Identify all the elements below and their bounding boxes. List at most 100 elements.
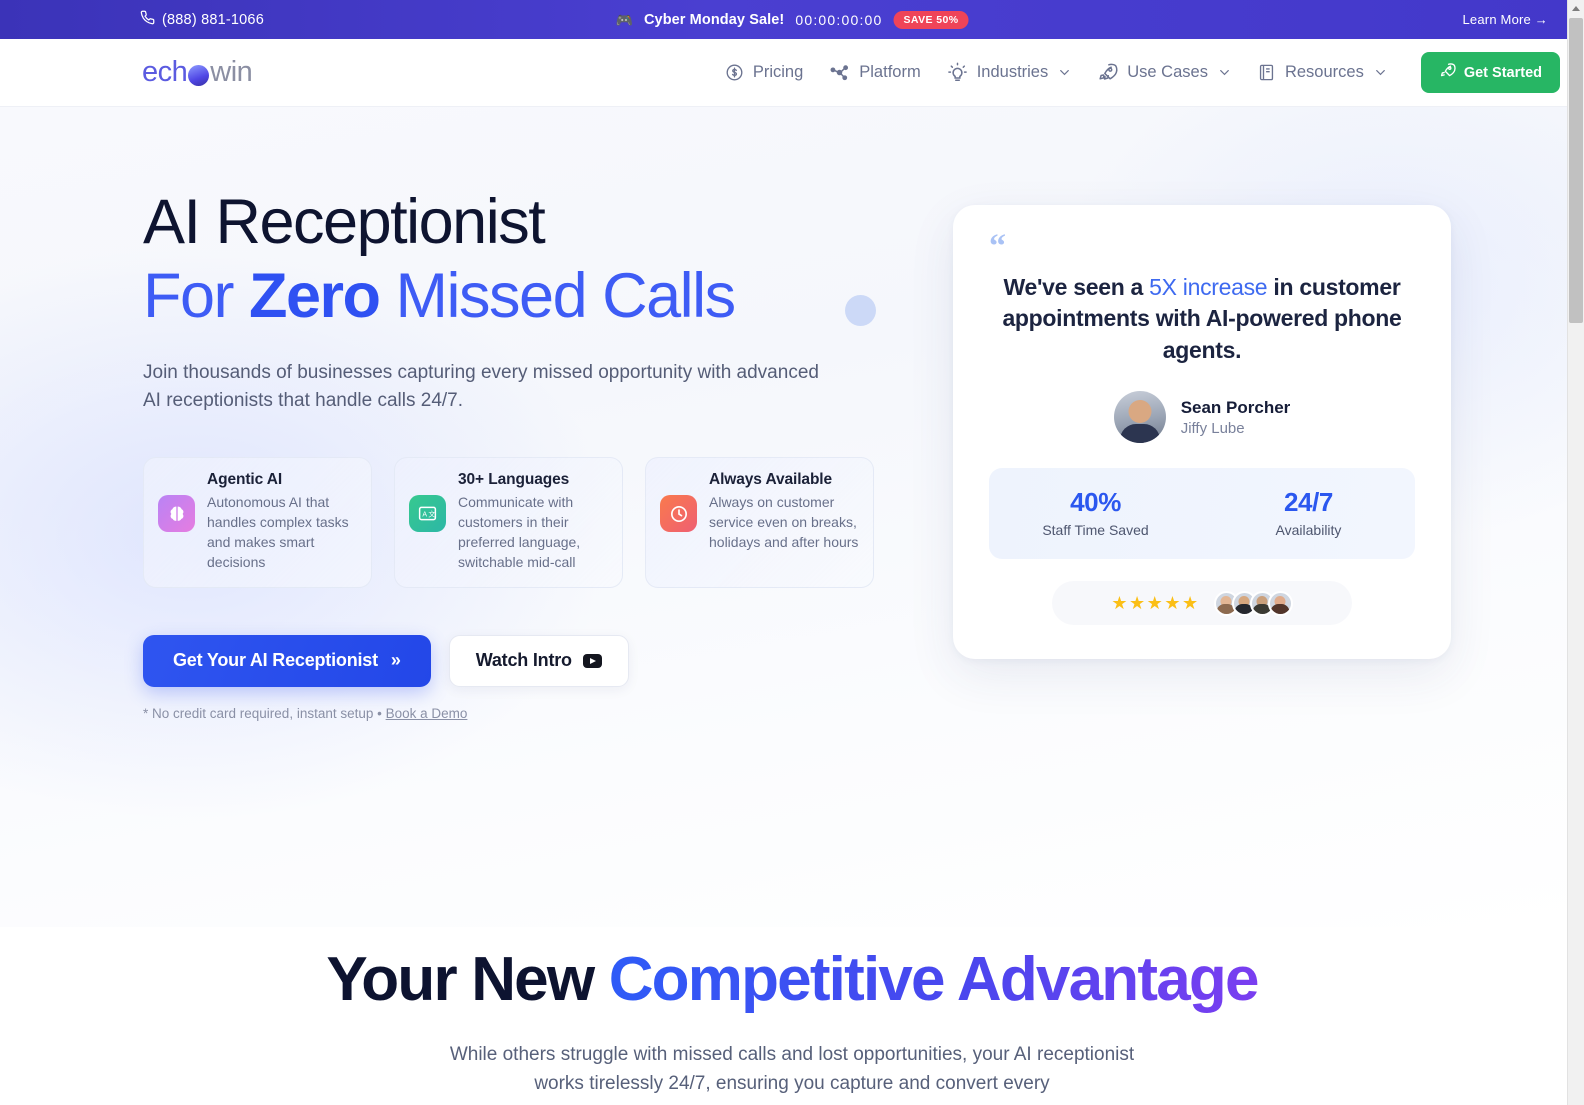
feature-desc: Always on customer service even on break… — [709, 494, 859, 551]
watch-intro-button[interactable]: Watch Intro — [448, 634, 629, 687]
chevron-down-icon — [1374, 66, 1387, 79]
logo[interactable]: ech win — [142, 56, 253, 89]
stat-value: 40% — [1070, 487, 1121, 518]
competitive-advantage-section: Your New Competitive Advantage While oth… — [0, 927, 1584, 1099]
get-started-button[interactable]: Get Started — [1420, 52, 1560, 93]
nav-item-industries[interactable]: Industries — [947, 62, 1072, 83]
book-a-demo-link[interactable]: Book a Demo — [386, 706, 468, 721]
game-controller-icon: 🎮 — [615, 11, 633, 28]
testimonial-quote: We've seen a 5X increase in customer app… — [989, 272, 1415, 367]
quote-pre: We've seen a — [1003, 273, 1150, 300]
brain-icon — [158, 495, 195, 533]
decorative-circle — [845, 295, 876, 326]
scrollbar-thumb[interactable] — [1569, 18, 1583, 323]
author-name: Sean Porcher — [1180, 397, 1291, 417]
headline-line-1: AI Receptionist — [143, 187, 546, 257]
fineprint-text: * No credit card required, instant setup… — [143, 705, 386, 721]
testimonial-stats: 40% Staff Time Saved 24/7 Availability — [989, 468, 1415, 560]
headline-pre: For — [143, 260, 250, 331]
stat-availability: 24/7 Availability — [1202, 487, 1415, 538]
nav-item-use-cases[interactable]: Use Cases — [1097, 62, 1231, 83]
double-chevron-right-icon: » — [390, 650, 401, 671]
testimonial-card: “ We've seen a 5X increase in customer a… — [953, 205, 1451, 660]
feature-card-languages: A文 30+ Languages Communicate with custom… — [394, 457, 623, 588]
lightbulb-icon — [947, 62, 968, 83]
get-started-label: Get Started — [1463, 64, 1542, 81]
author-company: Jiffy Lube — [1180, 419, 1245, 437]
get-ai-receptionist-button[interactable]: Get Your AI Receptionist » — [143, 634, 431, 687]
stat-value: 24/7 — [1283, 487, 1333, 518]
primary-cta-label: Get Your AI Receptionist — [173, 650, 378, 671]
feature-cards: Agentic AI Autonomous AI that handles co… — [143, 457, 903, 588]
book-icon — [1257, 63, 1276, 82]
feature-title: Always Available — [709, 471, 833, 489]
feature-card-always-available: Always Available Always on customer serv… — [645, 457, 874, 588]
headline-post: Missed Calls — [379, 260, 737, 331]
clock-icon — [660, 495, 697, 533]
stat-label: Staff Time Saved — [1042, 522, 1149, 539]
rocket-icon — [1439, 62, 1456, 83]
promo-phone-number: (888) 881-1066 — [162, 11, 264, 28]
page-scrollbar[interactable] — [1567, 0, 1584, 1105]
section-subtitle: While others struggle with missed calls … — [449, 1043, 1135, 1095]
page-title: AI Receptionist For Zero Missed Calls — [143, 189, 903, 332]
logo-circle-icon — [188, 65, 210, 86]
nav-item-platform[interactable]: Platform — [829, 62, 921, 83]
hero-cta-row: Get Your AI Receptionist » Watch Intro — [143, 634, 903, 687]
network-nodes-icon — [829, 62, 850, 83]
hero-right-column: “ We've seen a 5X increase in customer a… — [953, 107, 1451, 721]
stat-label: Availability — [1275, 522, 1342, 539]
phone-icon — [140, 10, 155, 29]
svg-text:文: 文 — [428, 510, 435, 519]
star-rating: ★★★★★ — [1111, 593, 1200, 614]
dollar-circle-icon — [725, 63, 744, 82]
logo-text-secondary: win — [210, 56, 253, 88]
promo-center: 🎮 Cyber Monday Sale! 00:00:00:00 SAVE 50… — [615, 10, 969, 29]
hero-left-column: AI Receptionist For Zero Missed Calls Jo… — [143, 107, 903, 721]
scrollbar-up-arrow-icon[interactable] — [1568, 0, 1584, 17]
section-title: Your New Competitive Advantage — [0, 945, 1584, 1014]
learn-more-link[interactable]: Learn More → — [1463, 12, 1549, 27]
feature-desc: Communicate with customers in their pref… — [458, 494, 581, 571]
quote-highlight: 5X increase — [1149, 273, 1268, 300]
headline-line-2: For Zero Missed Calls — [143, 260, 903, 332]
nav-label-use-cases: Use Cases — [1127, 63, 1208, 81]
hero-fineprint: * No credit card required, instant setup… — [143, 706, 903, 721]
headline-bold: Zero — [249, 260, 381, 331]
section-title-gradient: Competitive Advantage — [608, 945, 1260, 1014]
promo-title: Cyber Monday Sale! — [643, 11, 785, 28]
avatar — [1267, 590, 1293, 616]
avatar — [1113, 391, 1166, 444]
logo-text-primary: ech — [142, 56, 188, 88]
secondary-cta-label: Watch Intro — [475, 650, 572, 671]
avatar-stack — [1213, 590, 1293, 616]
testimonial-author: Sean Porcher Jiffy Lube — [989, 391, 1415, 444]
save-badge: SAVE 50% — [893, 10, 969, 29]
feature-desc: Autonomous AI that handles complex tasks… — [207, 494, 349, 571]
ratings-row: ★★★★★ — [1052, 581, 1352, 626]
quote-mark-icon: “ — [989, 228, 1006, 265]
nav-item-resources[interactable]: Resources — [1257, 63, 1387, 82]
rocket-icon — [1097, 62, 1118, 83]
nav-label-resources: Resources — [1284, 63, 1364, 81]
hero-subheadline: Join thousands of businesses capturing e… — [143, 362, 819, 412]
promo-phone[interactable]: (888) 881-1066 — [140, 10, 264, 29]
promo-banner: (888) 881-1066 🎮 Cyber Monday Sale! 00:0… — [0, 0, 1584, 39]
translate-icon: A文 — [409, 495, 446, 533]
nav-label-industries: Industries — [976, 63, 1049, 81]
chevron-down-icon — [1058, 66, 1071, 79]
nav-label-platform: Platform — [859, 63, 921, 81]
youtube-icon — [582, 653, 602, 668]
feature-card-agentic-ai: Agentic AI Autonomous AI that handles co… — [143, 457, 372, 588]
hero-section: AI Receptionist For Zero Missed Calls Jo… — [0, 107, 1584, 927]
feature-title: 30+ Languages — [458, 471, 570, 489]
nav-label-pricing: Pricing — [752, 63, 804, 81]
countdown-timer: 00:00:00:00 — [795, 11, 883, 28]
section-title-pre: Your New — [326, 945, 609, 1014]
chevron-down-icon — [1218, 66, 1231, 79]
svg-text:A: A — [422, 512, 427, 519]
nav-items: Pricing Platform Industries Use Cases Re… — [725, 52, 1560, 93]
main-navbar: ech win Pricing Platform Industries Use … — [0, 39, 1584, 107]
nav-item-pricing[interactable]: Pricing — [725, 63, 803, 82]
feature-title: Agentic AI — [207, 471, 283, 489]
